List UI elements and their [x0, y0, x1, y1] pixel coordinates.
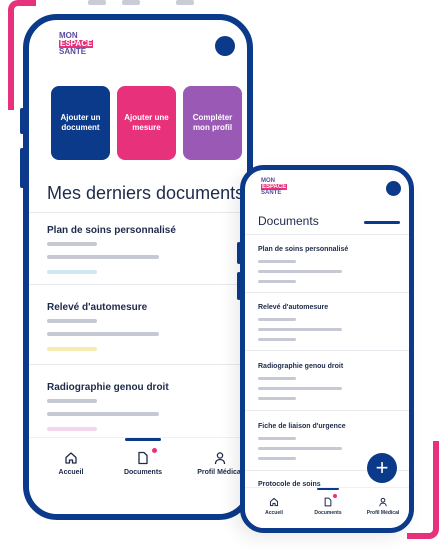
divider	[245, 410, 409, 411]
divider	[29, 364, 247, 365]
phone-mockup-documents: MON ESPACE SANTÉ Documents Plan de soins…	[240, 165, 414, 533]
divider	[245, 292, 409, 293]
divider	[245, 350, 409, 351]
nav-item-medical-profile[interactable]: Profil Médical	[359, 497, 407, 516]
nav-active-indicator	[317, 488, 339, 490]
tag-bar	[47, 347, 97, 351]
document-icon	[324, 497, 332, 507]
app-logo: MON ESPACE SANTÉ	[261, 178, 288, 196]
divider	[29, 212, 247, 213]
add-measure-button[interactable]: Ajouter une mesure	[117, 86, 176, 160]
notification-dot	[152, 448, 157, 453]
complete-profile-button[interactable]: Compléter mon profil	[183, 86, 242, 160]
avatar[interactable]	[386, 181, 401, 196]
tag-bar	[47, 270, 97, 274]
app-logo: MON ESPACE SANTÉ	[59, 31, 94, 56]
phone-mockup-home: MON ESPACE SANTÉ Ajouter un document Ajo…	[23, 14, 253, 520]
user-icon	[214, 452, 226, 465]
divider	[29, 284, 247, 285]
notification-dot	[333, 494, 337, 498]
decorative-dots	[80, 0, 200, 6]
avatar[interactable]	[215, 36, 235, 56]
bottom-nav: Accueil Documents Profil Médical	[29, 437, 247, 514]
document-icon	[138, 451, 148, 465]
divider	[245, 234, 409, 235]
section-title: Mes derniers documents	[47, 183, 245, 203]
nav-item-home[interactable]: Accueil	[49, 451, 93, 476]
add-fab-button[interactable]: +	[367, 453, 397, 483]
nav-item-documents[interactable]: Documents	[307, 497, 349, 516]
tag-bar	[47, 427, 97, 431]
nav-item-documents[interactable]: Documents	[113, 451, 173, 476]
add-document-button[interactable]: Ajouter un document	[51, 86, 110, 160]
bottom-nav: Accueil Documents Profil Médical	[245, 487, 409, 528]
page-title: Documents	[258, 214, 319, 228]
nav-item-home[interactable]: Accueil	[257, 497, 291, 516]
home-icon	[65, 452, 77, 464]
title-underline	[364, 221, 400, 224]
user-icon	[379, 497, 387, 507]
home-icon	[269, 497, 279, 507]
nav-active-indicator	[125, 438, 161, 441]
